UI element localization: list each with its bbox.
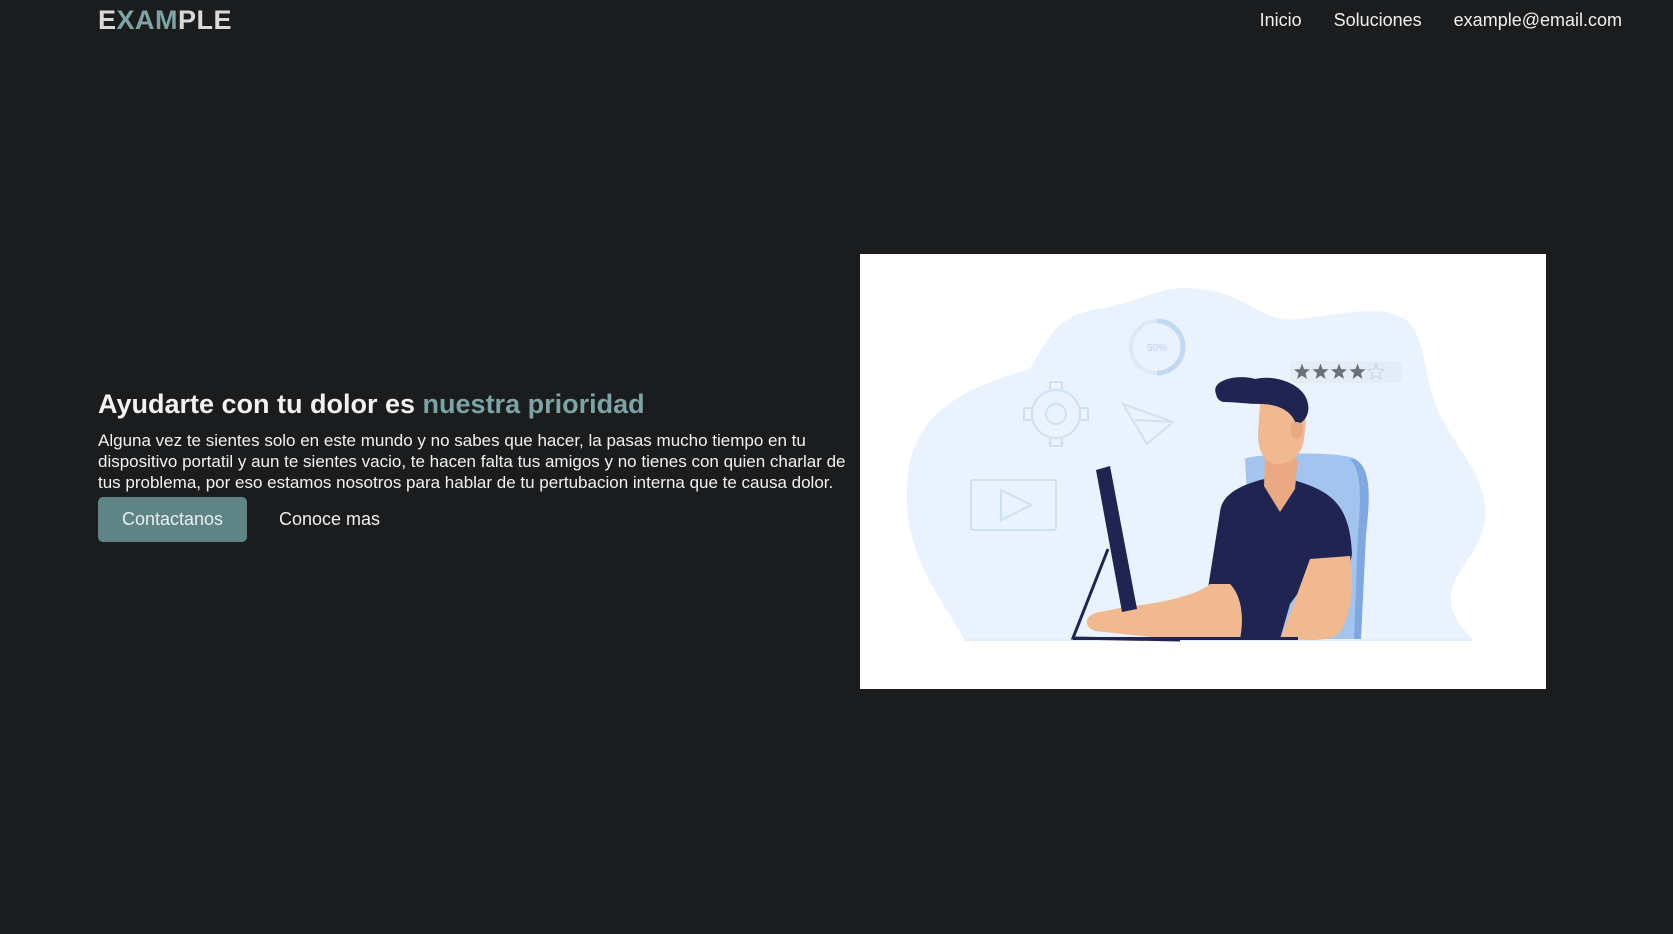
learn-more-button[interactable]: Conoce mas [279,509,380,530]
illustration-svg: 50% [906,288,1486,642]
nav-link-email[interactable]: example@email.com [1454,9,1622,31]
logo-part-3: PLE [178,5,233,35]
hero-title-main: Ayudarte con tu dolor es [98,389,423,419]
logo-part-1: E [98,5,117,35]
logo[interactable]: EXAMPLE [98,4,232,36]
logo-part-2: XAM [116,5,179,35]
hero-description: Alguna vez te sientes solo en este mundo… [98,431,846,492]
nav-link-inicio[interactable]: Inicio [1260,9,1302,31]
hero-actions: Contactanos Conoce mas [98,497,860,542]
progress-label: 50% [1147,343,1167,354]
site-header: EXAMPLE Inicio Soluciones example@email.… [0,0,1673,44]
hero-illustration: 50% [860,254,1546,689]
contact-button[interactable]: Contactanos [98,497,247,542]
hero-title: Ayudarte con tu dolor es nuestra priorid… [98,388,860,420]
main-nav: Inicio Soluciones example@email.com [1260,9,1622,31]
hero-title-highlight: nuestra prioridad [422,389,645,419]
hero-section: Ayudarte con tu dolor es nuestra priorid… [98,388,860,542]
rating-stars [1290,361,1402,383]
background-blob [906,288,1486,639]
page: EXAMPLE Inicio Soluciones example@email.… [0,0,1673,934]
nav-link-soluciones[interactable]: Soluciones [1334,9,1422,31]
